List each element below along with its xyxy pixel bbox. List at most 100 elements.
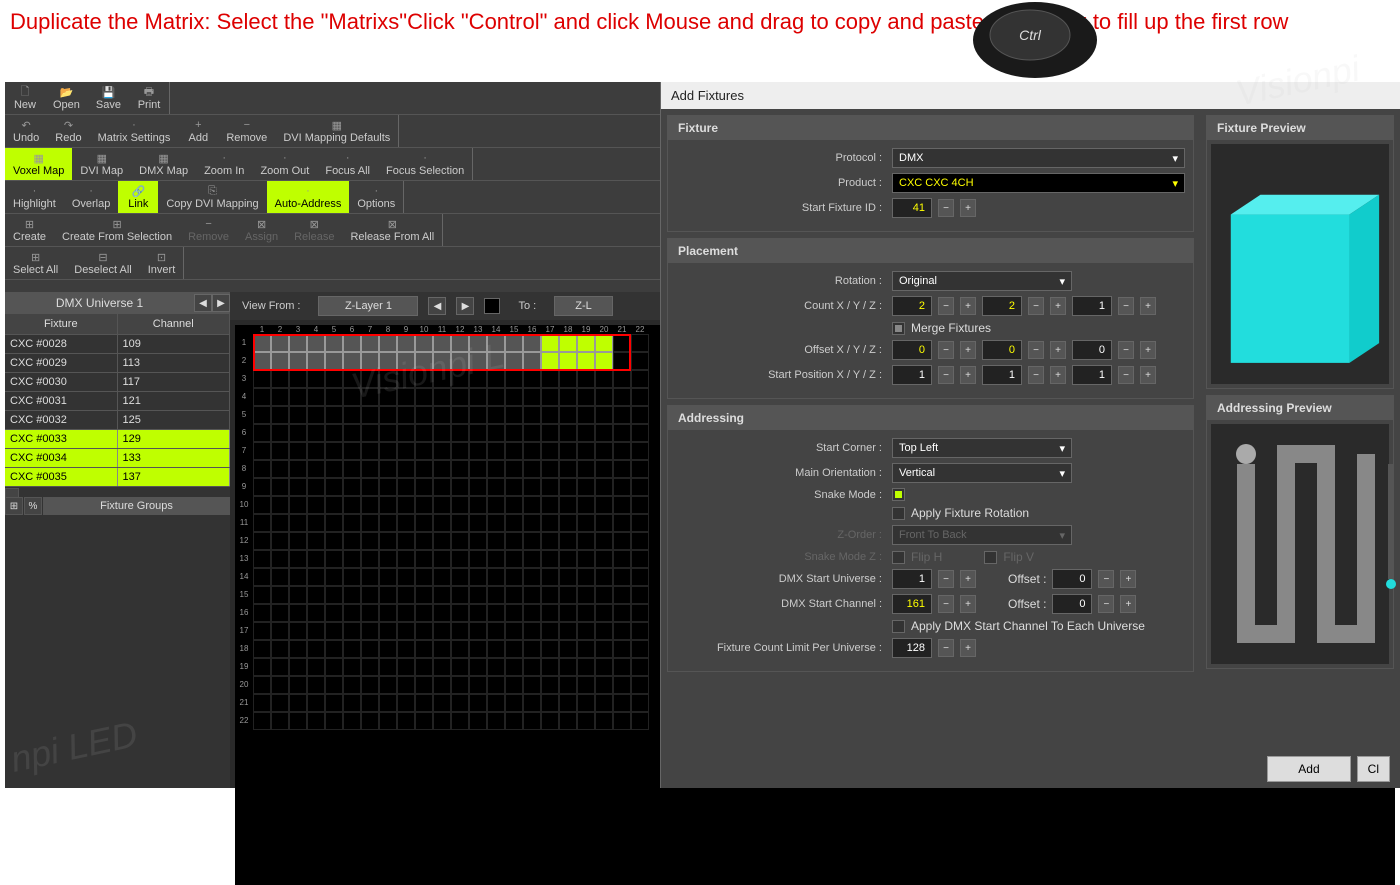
grid-cell[interactable] — [469, 622, 487, 640]
grid-cell[interactable] — [595, 712, 613, 730]
grid-cell[interactable] — [595, 514, 613, 532]
grid-cell[interactable] — [325, 478, 343, 496]
grid-cell[interactable] — [433, 622, 451, 640]
grid-cell[interactable] — [523, 694, 541, 712]
grid-cell[interactable] — [361, 370, 379, 388]
grid-cell[interactable] — [343, 622, 361, 640]
cancel-button[interactable]: Cl — [1357, 756, 1390, 782]
grid-cell[interactable] — [487, 424, 505, 442]
grid-cell[interactable] — [487, 496, 505, 514]
grid-cell[interactable] — [289, 640, 307, 658]
table-row[interactable]: CXC #0028109 — [5, 335, 230, 354]
grid-cell[interactable] — [613, 334, 631, 352]
grid-cell[interactable] — [253, 442, 271, 460]
grid-cell[interactable] — [397, 694, 415, 712]
grid-cell[interactable] — [451, 568, 469, 586]
grid-cell[interactable] — [433, 694, 451, 712]
grid-cell[interactable] — [397, 352, 415, 370]
grid-cell[interactable] — [577, 676, 595, 694]
grid-cell[interactable] — [271, 640, 289, 658]
grid-cell[interactable] — [613, 460, 631, 478]
start-x-input[interactable]: 1 — [892, 365, 932, 385]
grid-cell[interactable] — [577, 550, 595, 568]
grid-cell[interactable] — [289, 478, 307, 496]
grid-cell[interactable] — [451, 406, 469, 424]
grid-cell[interactable] — [343, 334, 361, 352]
grid-cell[interactable] — [559, 712, 577, 730]
grid-cell[interactable] — [433, 676, 451, 694]
grid-cell[interactable] — [595, 694, 613, 712]
grid-cell[interactable] — [631, 478, 649, 496]
grid-cell[interactable] — [523, 676, 541, 694]
grid-cell[interactable] — [325, 712, 343, 730]
grid-cell[interactable] — [343, 640, 361, 658]
grid-cell[interactable] — [271, 388, 289, 406]
grid-cell[interactable] — [343, 478, 361, 496]
grid-cell[interactable] — [559, 514, 577, 532]
grid-cell[interactable] — [379, 712, 397, 730]
grid-cell[interactable] — [541, 586, 559, 604]
grid-cell[interactable] — [289, 424, 307, 442]
grid-cell[interactable] — [631, 514, 649, 532]
grid-cell[interactable] — [415, 460, 433, 478]
rotation-select[interactable]: Original — [892, 271, 1072, 291]
grid-cell[interactable] — [253, 640, 271, 658]
grid-cell[interactable] — [343, 658, 361, 676]
focus-all-button[interactable]: ·Focus All — [317, 148, 378, 180]
grid-cell[interactable] — [271, 658, 289, 676]
create-button[interactable]: ⊞Create — [5, 214, 54, 246]
start-z-input[interactable]: 1 — [1072, 365, 1112, 385]
grid-cell[interactable] — [541, 406, 559, 424]
grid-cell[interactable] — [361, 658, 379, 676]
grid-cell[interactable] — [433, 712, 451, 730]
grid-cell[interactable] — [379, 550, 397, 568]
grid-cell[interactable] — [397, 676, 415, 694]
grid-cell[interactable] — [631, 694, 649, 712]
grid-cell[interactable] — [631, 496, 649, 514]
count-x-input[interactable]: 2 — [892, 296, 932, 316]
deselect-all-button[interactable]: ⊟Deselect All — [66, 247, 139, 279]
color-picker[interactable] — [484, 298, 500, 314]
grid-cell[interactable] — [343, 568, 361, 586]
cz-dec[interactable]: − — [1118, 297, 1134, 315]
cy-inc[interactable]: + — [1050, 297, 1066, 315]
grid-cell[interactable] — [271, 676, 289, 694]
grid-cell[interactable] — [451, 586, 469, 604]
grid-cell[interactable] — [577, 442, 595, 460]
grid-cell[interactable] — [505, 388, 523, 406]
grid-cell[interactable] — [379, 334, 397, 352]
assign-button[interactable]: ⊠Assign — [237, 214, 286, 246]
grid-cell[interactable] — [487, 352, 505, 370]
grid-cell[interactable] — [433, 658, 451, 676]
grid-cell[interactable] — [541, 460, 559, 478]
table-row[interactable]: CXC #0029113 — [5, 354, 230, 373]
applyrot-checkbox[interactable] — [892, 507, 905, 520]
grid-cell[interactable] — [469, 406, 487, 424]
dmx-map-button[interactable]: ▦DMX Map — [131, 148, 196, 180]
grid-cell[interactable] — [415, 478, 433, 496]
grid-cell[interactable] — [397, 586, 415, 604]
grid-cell[interactable] — [325, 424, 343, 442]
grid-cell[interactable] — [613, 586, 631, 604]
grid-cell[interactable] — [361, 568, 379, 586]
offset1-input[interactable]: 0 — [1052, 569, 1092, 589]
dmxu-input[interactable]: 1 — [892, 569, 932, 589]
grid-cell[interactable] — [451, 442, 469, 460]
start-y-input[interactable]: 1 — [982, 365, 1022, 385]
grid-cell[interactable] — [397, 424, 415, 442]
grid-cell[interactable] — [541, 478, 559, 496]
grid-cell[interactable] — [397, 478, 415, 496]
grid-cell[interactable] — [325, 406, 343, 424]
grid-cell[interactable] — [541, 622, 559, 640]
grid-cell[interactable] — [613, 406, 631, 424]
grid-cell[interactable] — [523, 496, 541, 514]
grid-cell[interactable] — [487, 568, 505, 586]
grid-cell[interactable] — [361, 586, 379, 604]
grid-cell[interactable] — [505, 658, 523, 676]
grid-cell[interactable] — [505, 604, 523, 622]
grid-cell[interactable] — [451, 352, 469, 370]
table-row[interactable]: CXC #0031121 — [5, 392, 230, 411]
grid-cell[interactable] — [433, 496, 451, 514]
grid-cell[interactable] — [451, 640, 469, 658]
grid-cell[interactable] — [451, 424, 469, 442]
